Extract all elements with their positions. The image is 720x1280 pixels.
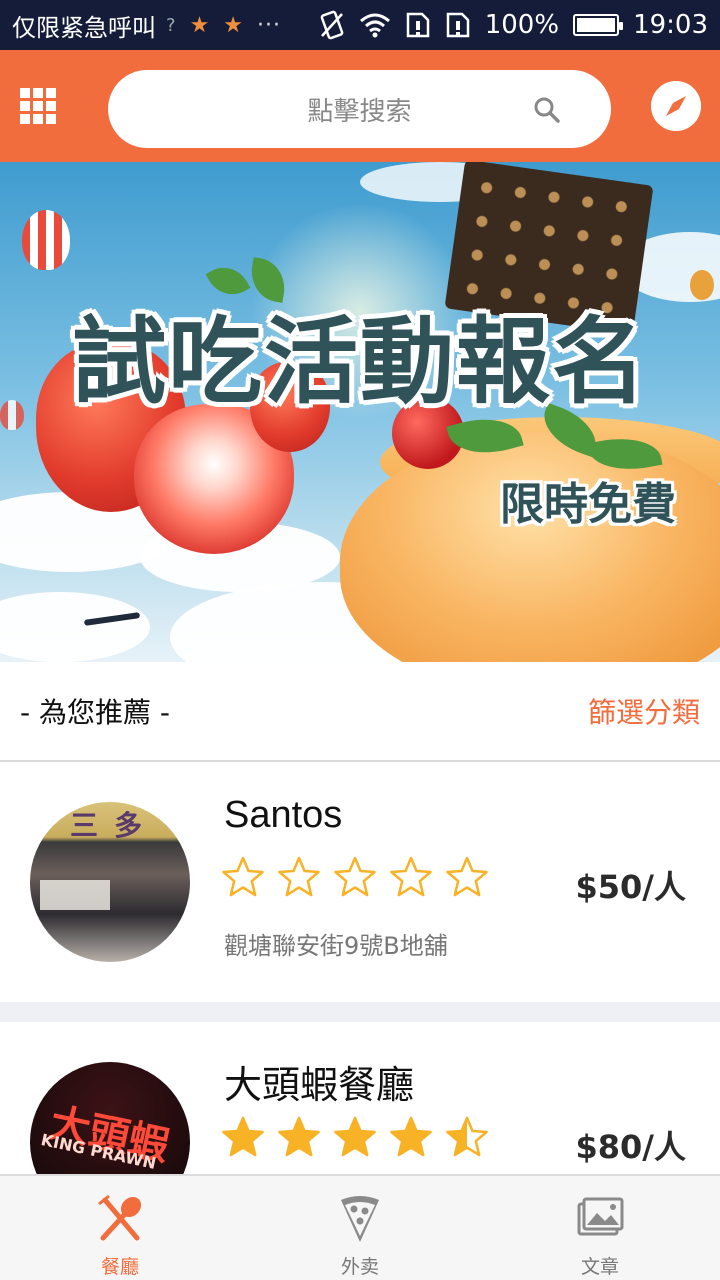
tab-takeaway[interactable]: 外卖 [240, 1176, 480, 1280]
grid-menu-icon[interactable] [20, 88, 56, 124]
recommend-section-header: - 為您推薦 - 篩選分類 [0, 662, 720, 762]
star-half-icon [446, 1116, 488, 1157]
star-empty-icon [446, 856, 488, 897]
avatar-sign-text: 三多 [70, 809, 159, 842]
promo-banner[interactable]: 試吃活動報名 限時免費 [0, 162, 720, 662]
star-empty-icon [334, 856, 376, 897]
star-filled-icon [334, 1116, 376, 1157]
rating-stars [222, 1116, 488, 1158]
carrier-text: 仅限紧急呼叫 [12, 13, 156, 42]
restaurant-name: Santos [224, 794, 343, 836]
star-empty-icon [222, 856, 264, 897]
clock: 19:03 [633, 10, 708, 40]
app-screen: 仅限紧急呼叫 ? ★ ★ ··· 100% 19:03 點擊搜索 試吃活動報名 … [0, 0, 720, 1280]
banner-title: 試吃活動報名 [71, 308, 648, 417]
notification-star-icon: ★ [223, 12, 244, 38]
tab-label: 外卖 [340, 1256, 379, 1278]
card-divider [0, 1002, 720, 1022]
sim-unknown-icon: ? [166, 14, 176, 36]
restaurant-card[interactable]: 三多 Santos $50/人 觀塘聯安街9號B地舖 [0, 762, 720, 1002]
compass-icon[interactable] [651, 81, 701, 131]
pizza-slice-icon [341, 1196, 379, 1242]
gallery-icon [577, 1197, 624, 1236]
section-title: - 為您推薦 - [20, 696, 171, 729]
star-filled-icon [222, 1116, 264, 1157]
restaurant-avatar: 三多 [30, 802, 190, 962]
status-icons: 100% 19:03 [319, 10, 708, 40]
tab-restaurants[interactable]: 餐廳 [0, 1176, 240, 1280]
search-icon[interactable] [533, 96, 561, 124]
filter-category-button[interactable]: 篩選分類 [588, 691, 700, 731]
more-notifications-icon: ··· [257, 12, 282, 38]
bottom-nav: 餐廳 外卖 文章 [0, 1174, 720, 1280]
app-header: 點擊搜索 [0, 50, 720, 162]
star-filled-icon [390, 1116, 432, 1157]
star-empty-icon [390, 856, 432, 897]
fork-spoon-icon [98, 1194, 142, 1241]
rating-stars [222, 856, 488, 898]
banner-subtitle: 限時免費 [500, 479, 676, 530]
restaurant-price: $50/人 [575, 868, 687, 906]
tab-label: 餐廳 [100, 1256, 139, 1278]
battery-percent: 100% [484, 10, 560, 40]
notification-star-icon: ★ [189, 12, 210, 38]
status-bar: 仅限紧急呼叫 ? ★ ★ ··· 100% 19:03 [0, 0, 720, 50]
restaurant-address: 觀塘聯安街9號B地舖 [224, 932, 448, 960]
search-bar[interactable]: 點擊搜索 [108, 70, 611, 148]
tab-label: 文章 [580, 1256, 619, 1278]
tab-articles[interactable]: 文章 [480, 1176, 720, 1280]
star-empty-icon [278, 856, 320, 897]
sim-alert-icon [406, 12, 429, 38]
vibrate-icon [320, 10, 344, 40]
wifi-icon [359, 13, 390, 38]
star-filled-icon [278, 1116, 320, 1157]
restaurant-price: $80/人 [575, 1128, 687, 1166]
sim-alert-icon [446, 12, 469, 38]
restaurant-name: 大頭蝦餐廳 [224, 1065, 415, 1107]
balloon-image [22, 210, 70, 270]
battery-icon [573, 14, 624, 36]
